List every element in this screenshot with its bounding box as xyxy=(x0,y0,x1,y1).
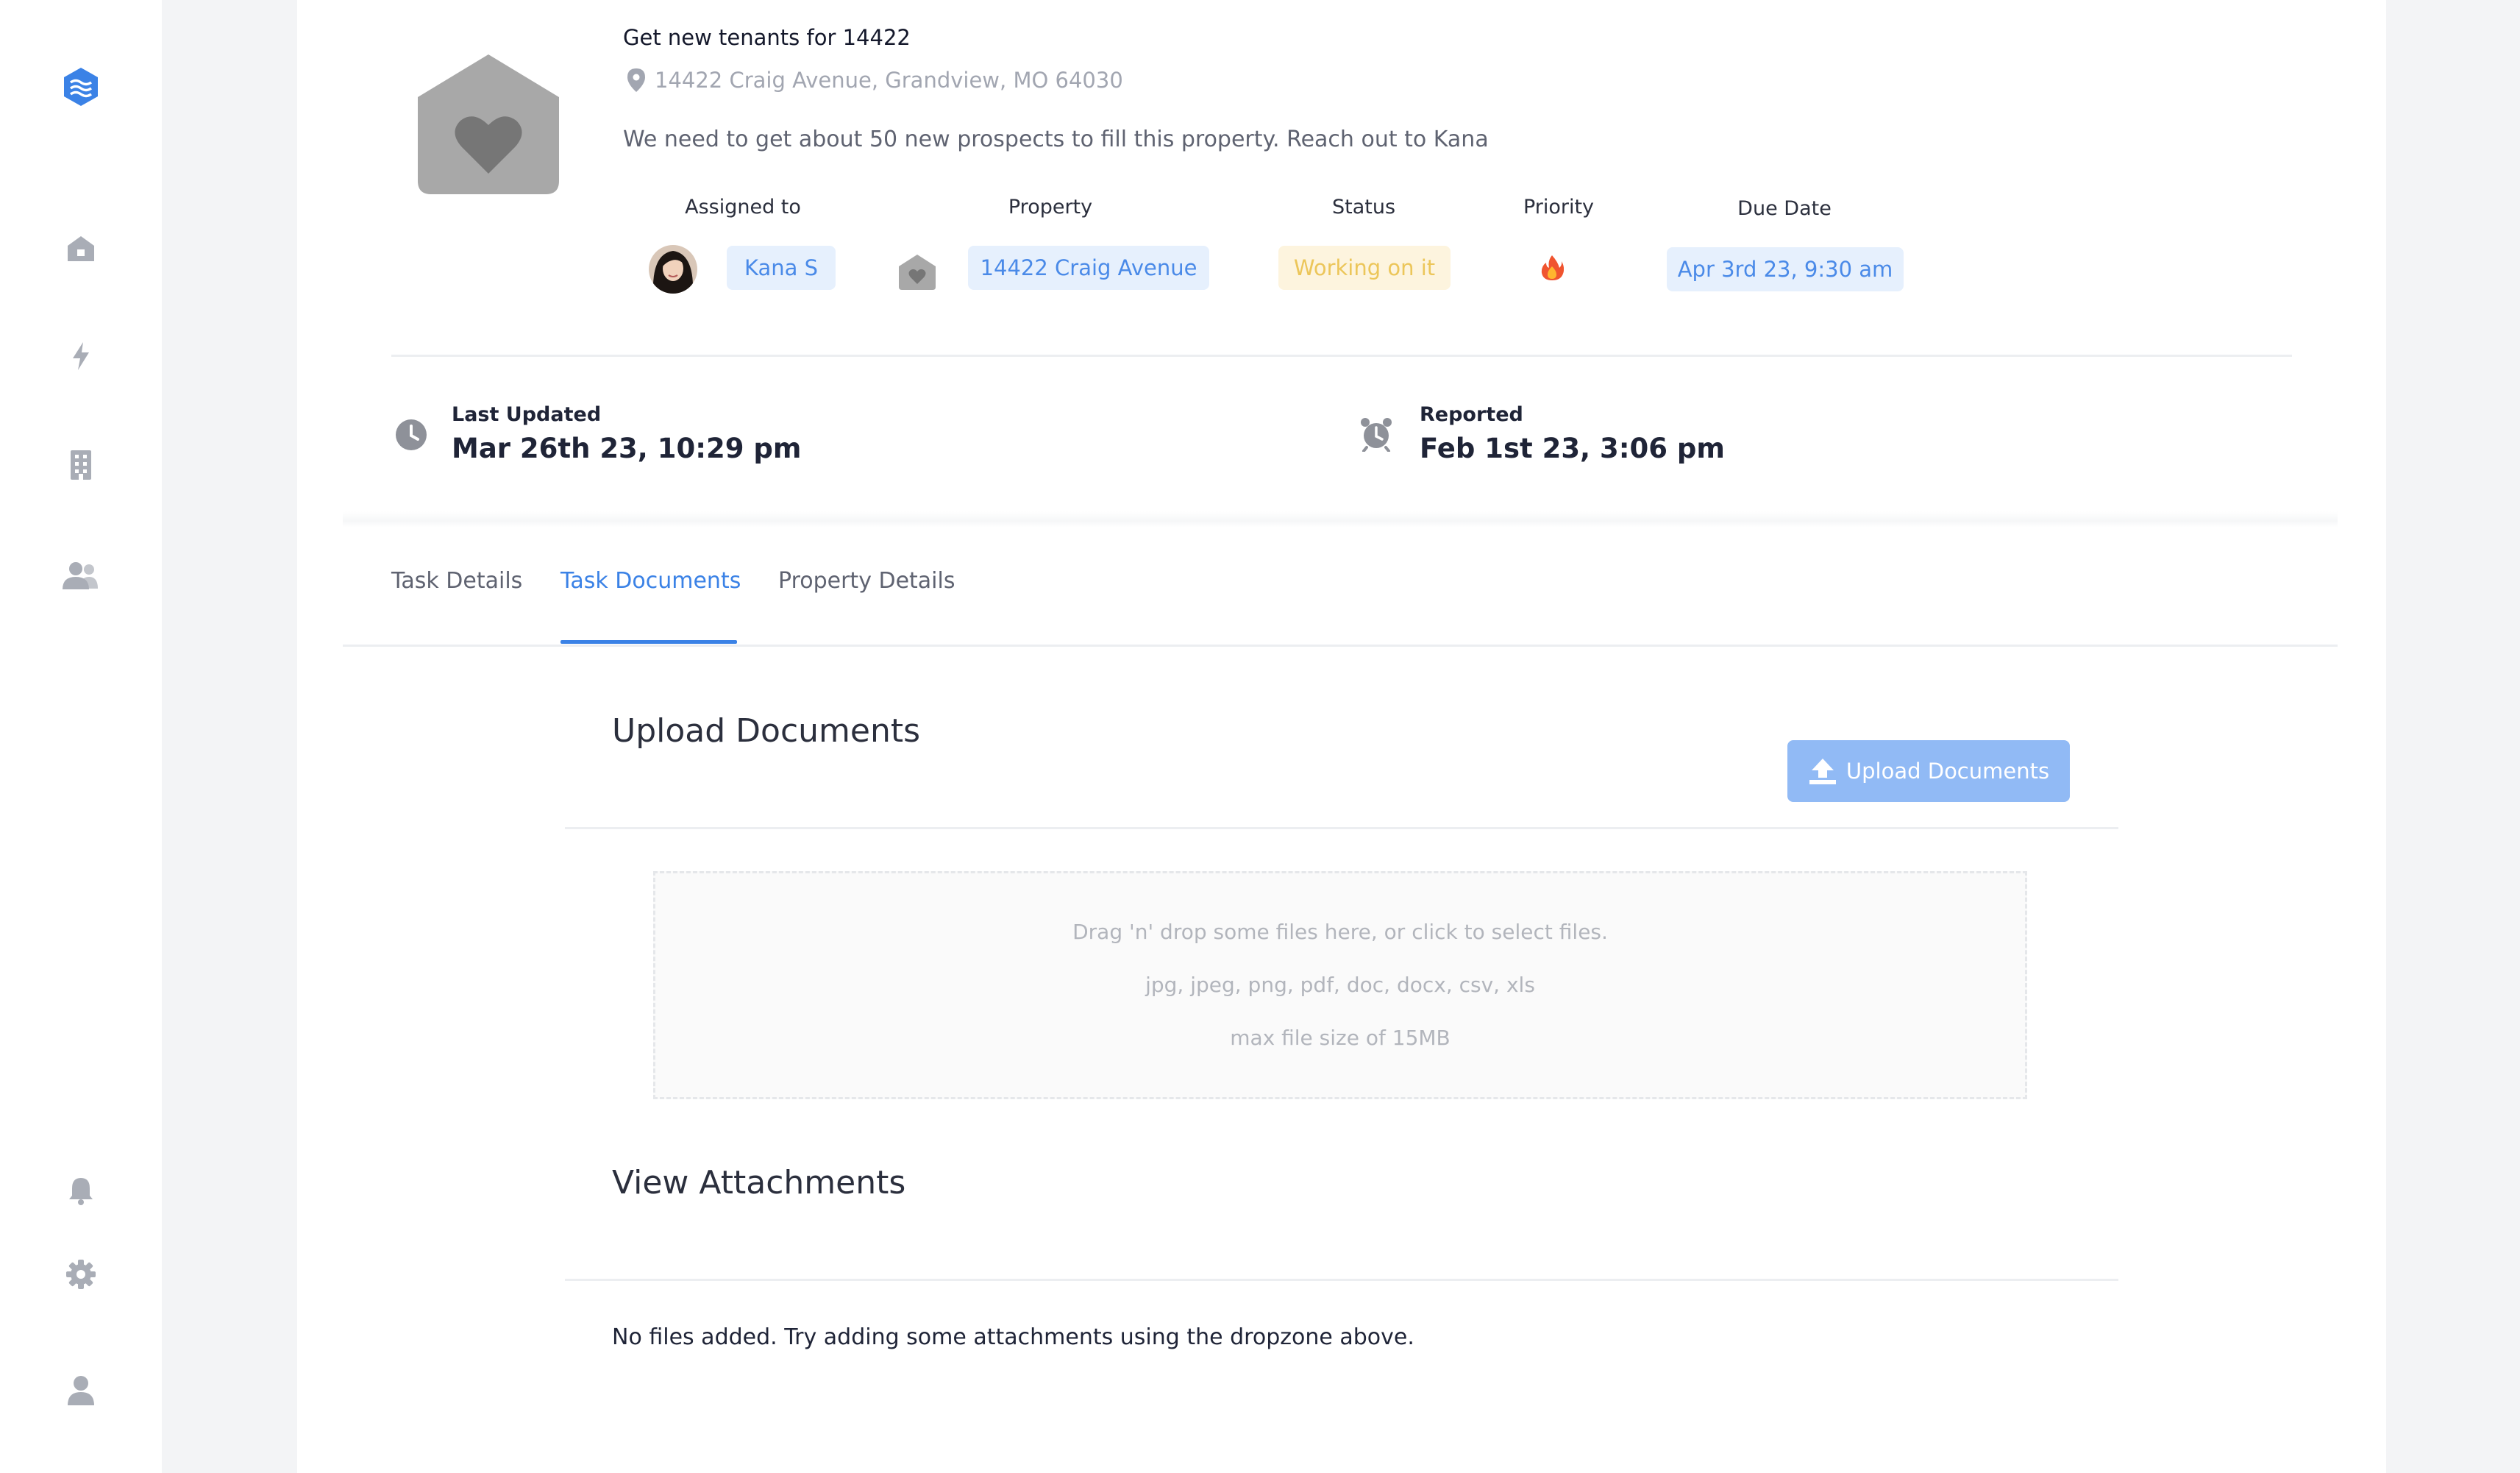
details-divider xyxy=(391,355,2292,357)
reported-label: Reported xyxy=(1420,403,1523,426)
task-description: We need to get about 50 new prospects to… xyxy=(623,127,1489,152)
address: 14422 Craig Avenue, Grandview, MO 64030 xyxy=(627,68,1123,93)
file-dropzone[interactable]: Drag 'n' drop some files here, or click … xyxy=(653,871,2027,1099)
attachments-section-title: View Attachments xyxy=(612,1164,906,1202)
task-card: Get new tenants for 14422 14422 Craig Av… xyxy=(297,0,2386,1473)
last-updated-value: Mar 26th 23, 10:29 pm xyxy=(452,433,802,464)
status-label: Status xyxy=(1331,196,1396,219)
dropzone-file-types: jpg, jpeg, png, pdf, doc, docx, csv, xls xyxy=(1145,973,1535,997)
due-date-label: Due Date xyxy=(1737,197,1832,220)
upload-section-title: Upload Documents xyxy=(612,712,921,750)
home-icon[interactable] xyxy=(59,227,103,271)
property-pill[interactable]: 14422 Craig Avenue xyxy=(968,246,1209,290)
no-attachments-message: No files added. Try adding some attachme… xyxy=(612,1324,1414,1350)
alarm-clock-icon xyxy=(1359,416,1393,452)
active-tab-indicator xyxy=(560,640,737,644)
upload-documents-button[interactable]: Upload Documents xyxy=(1787,740,2070,802)
clock-icon xyxy=(394,418,428,452)
assigned-to-label: Assigned to xyxy=(685,196,801,219)
layers-logo-icon[interactable] xyxy=(59,65,103,109)
dropzone-size-limit: max file size of 15MB xyxy=(1230,1026,1451,1050)
location-pin-icon xyxy=(627,68,645,92)
tabs-divider xyxy=(343,645,2338,647)
priority-label: Priority xyxy=(1523,196,1595,219)
last-updated-label: Last Updated xyxy=(452,403,602,426)
users-icon[interactable] xyxy=(59,553,103,597)
property-mini-icon xyxy=(897,252,937,291)
tab-property-details[interactable]: Property Details xyxy=(778,568,955,594)
upload-icon xyxy=(1809,759,1836,784)
tab-task-details[interactable]: Task Details xyxy=(391,568,522,594)
assignee-pill[interactable]: Kana S xyxy=(727,246,836,290)
building-icon[interactable] xyxy=(59,443,103,487)
property-thumbnail xyxy=(415,52,562,196)
bell-icon[interactable] xyxy=(59,1168,103,1213)
attachments-divider xyxy=(565,1279,2118,1281)
upload-button-label: Upload Documents xyxy=(1845,759,2050,784)
property-label: Property xyxy=(1008,196,1093,219)
avatar xyxy=(649,245,697,294)
gear-icon[interactable] xyxy=(59,1252,103,1296)
address-text: 14422 Craig Avenue, Grandview, MO 64030 xyxy=(655,68,1123,93)
due-date-pill[interactable]: Apr 3rd 23, 9:30 am xyxy=(1667,247,1904,291)
status-pill[interactable]: Working on it xyxy=(1278,246,1451,290)
reported-value: Feb 1st 23, 3:06 pm xyxy=(1420,433,1725,464)
tab-task-documents[interactable]: Task Documents xyxy=(560,568,741,594)
section-separator xyxy=(343,511,2338,528)
fire-icon[interactable] xyxy=(1540,255,1565,281)
user-icon[interactable] xyxy=(59,1369,103,1413)
dropzone-instructions: Drag 'n' drop some files here, or click … xyxy=(1072,920,1608,944)
task-title: Get new tenants for 14422 xyxy=(623,25,911,50)
lightning-icon[interactable] xyxy=(59,334,103,378)
upload-divider xyxy=(565,827,2118,829)
sidebar xyxy=(0,0,162,1473)
